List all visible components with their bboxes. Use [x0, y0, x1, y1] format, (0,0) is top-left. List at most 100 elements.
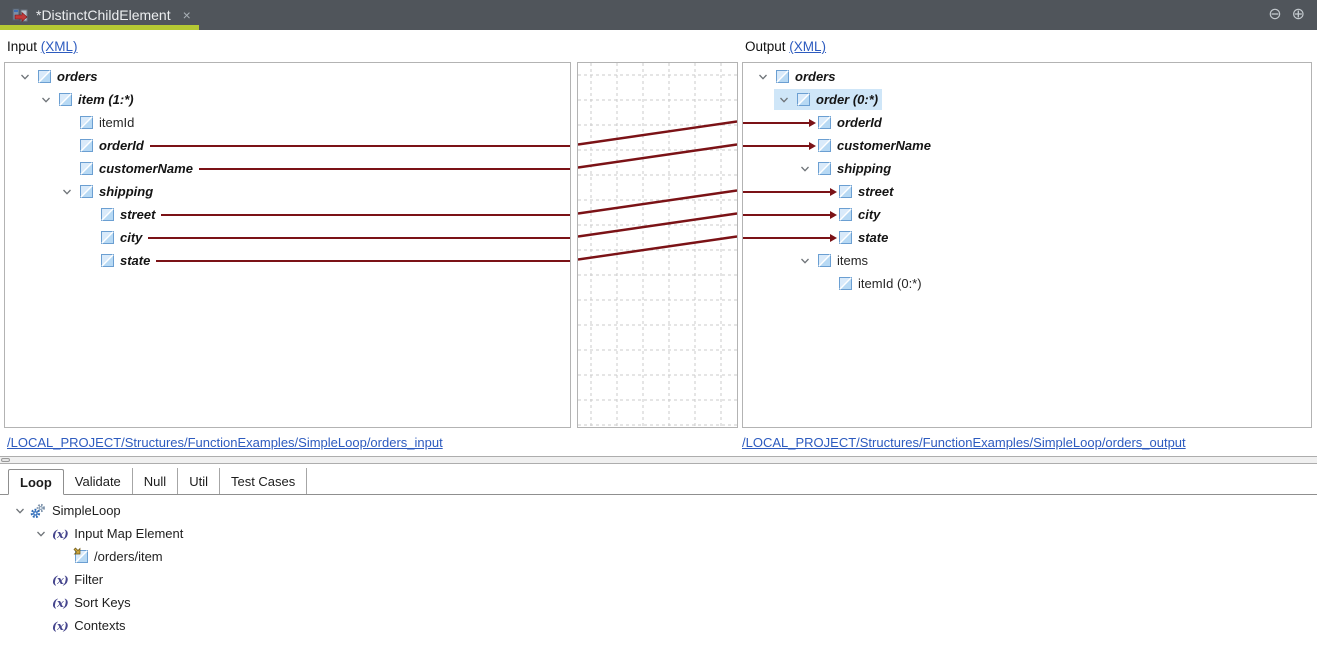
- tree-row-simpleloop[interactable]: SimpleLoop: [0, 499, 1317, 522]
- tab-validate[interactable]: Validate: [63, 468, 133, 494]
- tree-item-label[interactable]: itemId (0:*): [858, 276, 922, 291]
- tree-row-filter[interactable]: (x) Filter: [0, 568, 1317, 591]
- tree-item-label[interactable]: SimpleLoop: [52, 503, 121, 518]
- tree-row-input-map-element[interactable]: (x) Input Map Element: [0, 522, 1317, 545]
- tree-item-label[interactable]: orderId: [837, 115, 882, 130]
- editor-tab-bar: *DistinctChildElement × ⊖ ⊕: [0, 0, 1317, 30]
- mapping-arrow[interactable]: [743, 118, 816, 127]
- input-xml-link[interactable]: (XML): [41, 39, 78, 54]
- mapping-arrow[interactable]: [743, 233, 837, 242]
- tree-item-label[interactable]: Input Map Element: [74, 526, 183, 541]
- chevron-down-icon[interactable]: [17, 69, 32, 84]
- tree-row-orders[interactable]: orders: [743, 65, 1311, 88]
- mapping-connection-line[interactable]: [578, 143, 737, 169]
- tree-item-label[interactable]: customerName: [99, 161, 193, 176]
- chevron-down-icon[interactable]: [33, 526, 48, 541]
- tree-item-label[interactable]: city: [858, 207, 880, 222]
- tree-row-street[interactable]: street: [743, 180, 1311, 203]
- tree-row-order-0[interactable]: order (0:*): [743, 88, 1311, 111]
- tree-row-orders-item[interactable]: /orders/item: [0, 545, 1317, 568]
- tree-item-label[interactable]: itemId: [99, 115, 134, 130]
- mapping-canvas[interactable]: [577, 62, 738, 428]
- tree-item-label[interactable]: shipping: [837, 161, 891, 176]
- xml-element-icon: [818, 116, 831, 129]
- xpath-function-icon: (x): [52, 595, 69, 610]
- output-label: Output: [745, 39, 786, 54]
- xml-element-icon: [80, 185, 93, 198]
- tree-item-label[interactable]: street: [120, 207, 155, 222]
- tab-loop[interactable]: Loop: [8, 469, 64, 495]
- mapping-wire[interactable]: [156, 259, 570, 262]
- tree-item-label[interactable]: shipping: [99, 184, 153, 199]
- mapping-wire[interactable]: [149, 144, 570, 147]
- tab-util[interactable]: Util: [178, 468, 220, 494]
- mapping-arrow[interactable]: [743, 141, 816, 150]
- tree-row-orderid[interactable]: orderId: [743, 111, 1311, 134]
- horizontal-splitter[interactable]: [0, 456, 1317, 464]
- tree-item-label[interactable]: Filter: [74, 572, 103, 587]
- mapping-wire[interactable]: [148, 236, 570, 239]
- tree-row-contexts[interactable]: (x) Contexts: [0, 614, 1317, 637]
- tree-item-label[interactable]: street: [858, 184, 893, 199]
- output-xml-link[interactable]: (XML): [789, 39, 826, 54]
- close-icon[interactable]: ×: [183, 7, 191, 23]
- tree-row-orders[interactable]: orders: [5, 65, 570, 88]
- tree-row-itemid-0[interactable]: itemId (0:*): [743, 272, 1311, 295]
- tree-row-shipping[interactable]: shipping: [743, 157, 1311, 180]
- chevron-down-icon[interactable]: [776, 92, 791, 107]
- tree-row-customername[interactable]: customerName: [5, 157, 570, 180]
- tree-item-label[interactable]: state: [858, 230, 888, 245]
- mapping-connection-line[interactable]: [578, 235, 737, 261]
- xml-element-icon: [839, 277, 852, 290]
- tree-row-items[interactable]: items: [743, 249, 1311, 272]
- chevron-down-icon[interactable]: [797, 253, 812, 268]
- tree-row-customername[interactable]: customerName: [743, 134, 1311, 157]
- tree-row-state[interactable]: state: [5, 249, 570, 272]
- tree-item-label[interactable]: orders: [57, 69, 97, 84]
- tree-item-label[interactable]: city: [120, 230, 142, 245]
- input-schema-panel: orders item (1:*) itemId orderId customerNam…: [4, 62, 571, 428]
- tree-item-label[interactable]: Contexts: [74, 618, 125, 633]
- chevron-down-icon[interactable]: [59, 184, 74, 199]
- mapping-wire[interactable]: [198, 167, 570, 170]
- mapping-wire[interactable]: [161, 213, 570, 216]
- mapping-connection-line[interactable]: [578, 189, 737, 215]
- tree-row-itemid[interactable]: itemId: [5, 111, 570, 134]
- tree-row-city[interactable]: city: [5, 226, 570, 249]
- chevron-down-icon[interactable]: [12, 503, 27, 518]
- tree-row-shipping[interactable]: shipping: [5, 180, 570, 203]
- tree-row-street[interactable]: street: [5, 203, 570, 226]
- tree-row-state[interactable]: state: [743, 226, 1311, 249]
- tree-item-label[interactable]: items: [837, 253, 868, 268]
- mapping-connection-line[interactable]: [578, 212, 737, 238]
- output-path-link[interactable]: /LOCAL_PROJECT/Structures/FunctionExampl…: [742, 435, 1186, 450]
- xml-element-icon: [80, 139, 93, 152]
- tree-row-item-1[interactable]: item (1:*): [5, 88, 570, 111]
- tree-item-label[interactable]: state: [120, 253, 150, 268]
- mapping-arrow[interactable]: [743, 187, 837, 196]
- tree-item-label[interactable]: orderId: [99, 138, 144, 153]
- minimize-button[interactable]: ⊖: [1268, 7, 1281, 23]
- splitter-grip-icon[interactable]: [1, 458, 10, 462]
- input-path-link[interactable]: /LOCAL_PROJECT/Structures/FunctionExampl…: [7, 435, 443, 450]
- tree-item-label[interactable]: Sort Keys: [74, 595, 130, 610]
- map-document-icon: [12, 8, 29, 23]
- chevron-down-icon[interactable]: [38, 92, 53, 107]
- editor-tab-distinctchildelement[interactable]: *DistinctChildElement ×: [0, 0, 199, 30]
- tree-row-sort-keys[interactable]: (x) Sort Keys: [0, 591, 1317, 614]
- tree-row-orderid[interactable]: orderId: [5, 134, 570, 157]
- chevron-down-icon[interactable]: [755, 69, 770, 84]
- tree-item-label[interactable]: /orders/item: [94, 549, 163, 564]
- tab-test-cases[interactable]: Test Cases: [219, 468, 308, 494]
- chevron-down-icon[interactable]: [797, 161, 812, 176]
- tree-row-city[interactable]: city: [743, 203, 1311, 226]
- tree-item-label[interactable]: customerName: [837, 138, 931, 153]
- tree-item-label[interactable]: item (1:*): [78, 92, 134, 107]
- tree-item-label[interactable]: orders: [795, 69, 835, 84]
- maximize-button[interactable]: ⊕: [1292, 7, 1305, 23]
- xml-element-icon: [797, 93, 810, 106]
- tree-item-label[interactable]: order (0:*): [816, 92, 878, 107]
- tab-null[interactable]: Null: [132, 468, 179, 494]
- mapping-arrow[interactable]: [743, 210, 837, 219]
